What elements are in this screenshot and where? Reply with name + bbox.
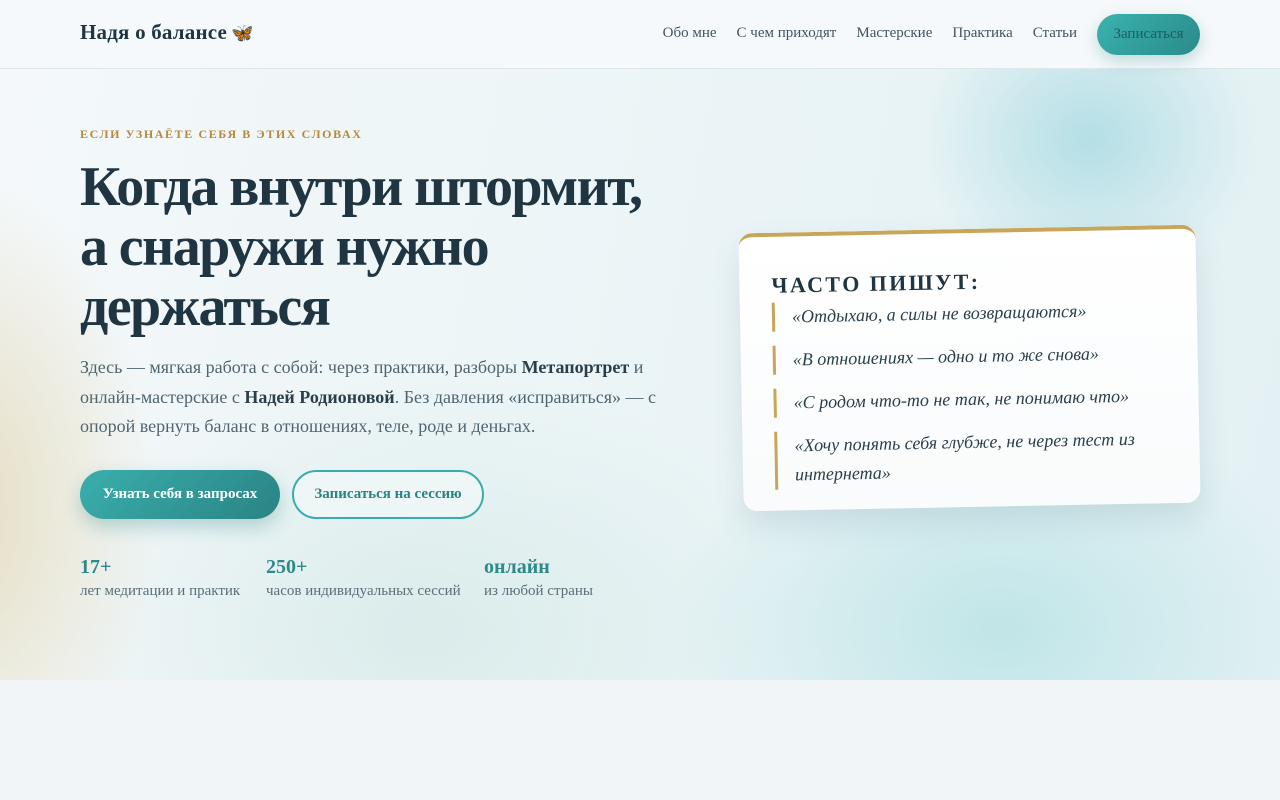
stat-value: онлайн (484, 556, 550, 578)
butterfly-icon: 🦋 (231, 23, 254, 43)
hero-title: Когда внутри штормит, а снаружи нужно де… (80, 156, 643, 338)
explore-requests-button[interactable]: Узнать себя в запросах (80, 470, 280, 519)
nav-item-articles[interactable]: Статьи (1033, 25, 1077, 42)
site-header: Надя о балансе 🦋 Обо мне С чем приходят М… (0, 0, 1280, 69)
testimonials-card: Часто пишут: «Отдыхаю, а силы не возвращ… (738, 224, 1201, 512)
brand-logo[interactable]: Надя о балансе 🦋 (80, 20, 254, 45)
brand-name: Надя о балансе (80, 20, 228, 44)
stat-label: часов индивидуальных сессий (266, 583, 461, 599)
lead-text-1: Здесь — мягкая работа с собой: через пра… (80, 357, 522, 377)
quote-item: «С родом что-то не так, не понимаю что» (773, 381, 1167, 418)
nav-item-workshops[interactable]: Мастерские (856, 25, 932, 42)
quote-item: «В отношениях — одно и то же снова» (772, 338, 1167, 375)
hero-eyebrow: Если узнаёте себя в этих словах (80, 127, 363, 141)
stat-hours: 250+ часов индивидуальных сессий (266, 555, 461, 600)
hero-section: Если узнаёте себя в этих словах Когда вн… (0, 69, 1280, 680)
stat-label: из любой страны (484, 583, 593, 599)
lead-method-name: Метапортрет (521, 357, 630, 377)
stat-value: 250+ (266, 556, 308, 578)
nav-item-about[interactable]: Обо мне (663, 25, 717, 42)
lead-author-name: Надей Родионовой (244, 386, 395, 407)
main-nav: Обо мне С чем приходят Мастерские Практи… (663, 25, 1077, 42)
quote-item: «Отдыхаю, а силы не возвращаются» (771, 295, 1166, 332)
nav-item-practice[interactable]: Практика (952, 25, 1012, 42)
quote-item: «Хочу понять себя глубже, не через тест … (774, 424, 1169, 490)
book-session-button[interactable]: Записаться на сессию (292, 470, 484, 519)
stat-value: 17+ (80, 556, 112, 578)
card-title: Часто пишут: (771, 268, 981, 298)
stat-label: лет медитации и практик (80, 583, 241, 599)
nav-item-requests[interactable]: С чем приходят (737, 25, 837, 42)
hero-lead: Здесь — мягкая работа с собой: через пра… (80, 353, 660, 442)
stat-online: онлайн из любой страны (484, 555, 593, 600)
stat-years: 17+ лет медитации и практик (80, 555, 240, 600)
signup-button-header[interactable]: Записаться (1097, 14, 1200, 55)
